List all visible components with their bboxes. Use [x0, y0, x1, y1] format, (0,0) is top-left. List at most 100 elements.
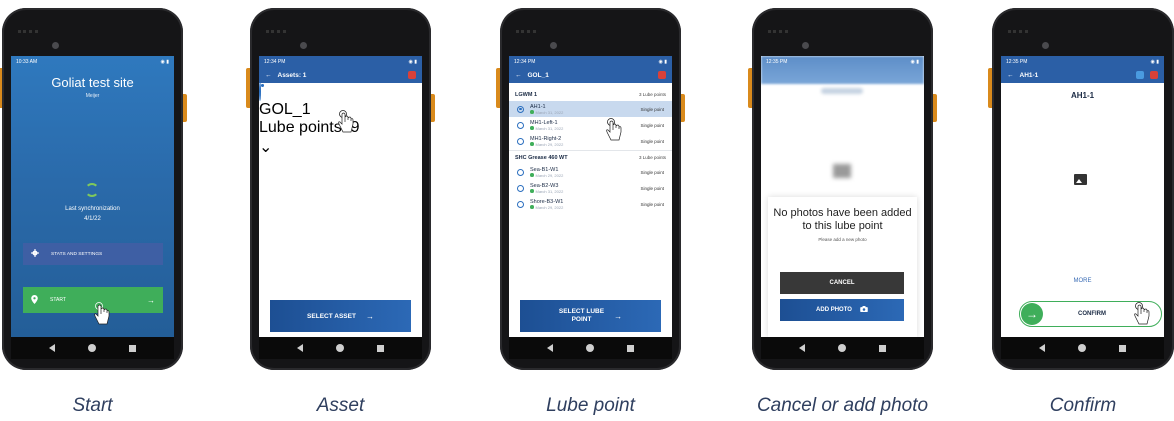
status-time: 12:34 PM	[514, 58, 536, 65]
nav-back-icon[interactable]	[297, 344, 304, 352]
radio-button[interactable]	[259, 82, 261, 101]
arrow-right-icon: →	[365, 311, 374, 321]
sensor-dots	[516, 30, 536, 33]
alert-icon[interactable]	[1150, 71, 1158, 79]
lube-point-title: AH1-1	[1070, 91, 1095, 100]
nav-back-icon[interactable]	[799, 344, 806, 352]
lube-point-type: Single point	[640, 169, 664, 175]
nav-home-icon[interactable]	[837, 344, 846, 352]
status-icons: ◉ ▮	[910, 58, 919, 65]
front-camera	[802, 42, 809, 49]
radio-button[interactable]	[517, 121, 524, 129]
radio-button[interactable]	[517, 200, 524, 208]
select-lube-point-button[interactable]: SELECT LUBE POINT →	[520, 300, 661, 332]
front-camera	[1042, 42, 1049, 49]
photo-dialog: No photos have been added to this lube p…	[768, 197, 917, 337]
tap-hand-icon	[605, 118, 623, 144]
nav-recent-icon[interactable]	[128, 344, 136, 352]
app-title: GOL_1	[527, 71, 549, 79]
lube-point-date: March 31, 2022	[530, 110, 564, 115]
phone-side-button	[183, 94, 187, 122]
status-time: 12:35 PM	[766, 58, 788, 65]
dialog-hint: Please add a new photo	[818, 237, 867, 242]
phone-side-button	[681, 94, 685, 122]
lube-point-item[interactable]: MH1-Left-1 March 31, 2022 Single point	[509, 117, 672, 133]
lube-point-item[interactable]: Sea-B1-W1 March 29, 2022 Single point	[509, 164, 672, 180]
nav-home-icon[interactable]	[87, 344, 96, 352]
more-link[interactable]: MORE	[1001, 278, 1164, 284]
back-arrow-icon[interactable]: ←	[515, 72, 522, 79]
lube-point-date: March 29, 2022	[530, 205, 564, 210]
alert-icon[interactable]	[658, 71, 666, 79]
group-count: 3 Lube points	[638, 92, 666, 97]
back-arrow-icon[interactable]: ←	[1007, 72, 1014, 79]
radio-button[interactable]	[517, 137, 524, 145]
app-title: AH1-1	[1019, 71, 1039, 79]
nav-recent-icon[interactable]	[626, 344, 634, 352]
lube-point-date: March 29, 2022	[530, 142, 564, 147]
header: 12:34 PM ◉ ▮ ← GOL_1	[509, 56, 672, 83]
caption-asset: Asset	[316, 395, 365, 416]
alert-icon[interactable]	[408, 71, 416, 79]
phone-start: 10:33 AM ◉ ▮ Goliat test site Meijer Las…	[0, 8, 187, 370]
phone-asset: 12:34 PM ◉ ▮ ← Assets: 1 GOL_1 Lube poin…	[246, 8, 435, 370]
nav-back-icon[interactable]	[49, 344, 56, 352]
group-count: 3 Lube points	[638, 155, 666, 160]
tap-hand-icon	[1133, 302, 1151, 328]
image-icon[interactable]	[1074, 174, 1087, 185]
arrow-right-icon[interactable]: →	[1021, 303, 1043, 325]
lube-point-item[interactable]: AH1-1 March 31, 2022 Single point	[509, 101, 672, 117]
screen-lube-point: 12:34 PM ◉ ▮ ← GOL_1 LGWM 1 3 Lube point…	[509, 56, 672, 337]
edit-icon[interactable]	[1136, 71, 1144, 79]
lube-point-type: Single point	[640, 106, 664, 112]
phone-confirm: 12:35 PM ◉ ▮ ← AH1-1 AH1-1 MORE → CONFIR…	[988, 8, 1174, 370]
screen-start: 10:33 AM ◉ ▮ Goliat test site Meijer Las…	[11, 56, 174, 337]
lube-point-date: March 31, 2022	[530, 126, 564, 131]
sensor-dots	[18, 30, 38, 33]
status-bar: 12:34 PM ◉ ▮	[259, 56, 422, 67]
select-lube-line2: POINT	[571, 316, 592, 323]
nav-back-icon[interactable]	[1039, 344, 1046, 352]
phone-side-button	[988, 68, 992, 108]
sensor-dots	[768, 30, 788, 33]
app-title: Assets: 1	[277, 71, 307, 79]
screen-add-photo: 12:35 PM ◉ ▮ No photos have been added t…	[761, 56, 924, 337]
lube-point-item[interactable]: MH1-Right-2 March 29, 2022 Single point	[509, 133, 672, 149]
chevron-down-icon[interactable]: ⌄	[259, 139, 272, 156]
lube-point-type: Single point	[640, 185, 664, 191]
back-arrow-icon[interactable]: ←	[265, 72, 272, 79]
nav-home-icon[interactable]	[1077, 344, 1086, 352]
nav-back-icon[interactable]	[547, 344, 554, 352]
lube-point-date: March 29, 2022	[530, 173, 564, 178]
lube-point-item[interactable]: Sea-B2-W3 March 31, 2022 Single point	[509, 180, 672, 196]
phone-side-button	[246, 68, 250, 108]
nav-recent-icon[interactable]	[376, 344, 384, 352]
group-name: SHC Grease 460 WT	[515, 155, 568, 161]
front-camera	[52, 42, 59, 49]
status-bar: 12:34 PM ◉ ▮	[509, 56, 672, 67]
nav-recent-icon[interactable]	[878, 344, 886, 352]
radio-button[interactable]	[517, 184, 524, 192]
lube-point-date: March 31, 2022	[530, 189, 564, 194]
status-bar: 12:35 PM ◉ ▮	[761, 56, 924, 67]
caption-add-photo: Cancel or add photo	[756, 395, 929, 416]
nav-home-icon[interactable]	[585, 344, 594, 352]
sync-label: Last synchronization	[65, 206, 120, 212]
group-name: LGWM 1	[515, 92, 537, 98]
stats-settings-button[interactable]: STATS AND SETTINGS	[23, 243, 163, 265]
radio-button[interactable]	[517, 105, 524, 113]
cancel-button[interactable]: CANCEL	[780, 272, 904, 294]
select-asset-button[interactable]: SELECT ASSET →	[270, 300, 411, 332]
status-time: 10:33 AM	[16, 58, 38, 65]
group-header: SHC Grease 460 WT 3 Lube points	[509, 152, 672, 164]
nav-recent-icon[interactable]	[1118, 344, 1126, 352]
lube-point-item[interactable]: Shore-B3-W1 March 29, 2022 Single point	[509, 196, 672, 212]
sync-icon[interactable]	[85, 183, 99, 197]
app-bar: ← Assets: 1	[259, 67, 422, 83]
phone-side-button	[933, 94, 937, 122]
nav-home-icon[interactable]	[335, 344, 344, 352]
lube-point-type: Single point	[640, 201, 664, 207]
radio-button[interactable]	[517, 168, 524, 176]
add-photo-button[interactable]: ADD PHOTO	[780, 299, 904, 321]
phone-lube-point: 12:34 PM ◉ ▮ ← GOL_1 LGWM 1 3 Lube point…	[496, 8, 685, 370]
